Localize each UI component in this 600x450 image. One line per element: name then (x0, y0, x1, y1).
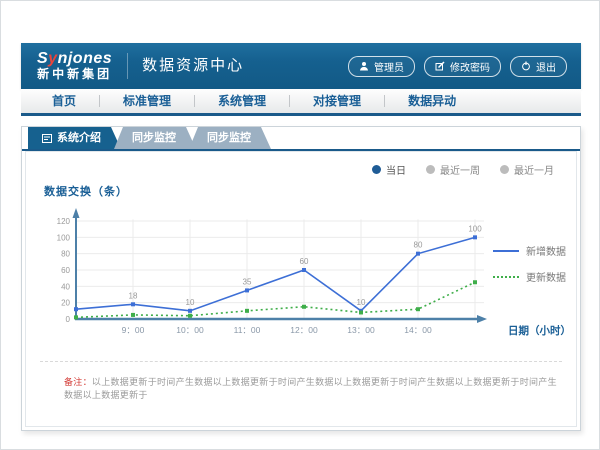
change-password-label: 修改密码 (450, 59, 490, 74)
time-range-filter: 当日 最近一周 最近一月 (26, 152, 576, 177)
user-icon (359, 61, 369, 71)
page-title: 数据资源中心 (127, 53, 244, 79)
nav-item-0[interactable]: 首页 (29, 89, 99, 113)
nav-item-1[interactable]: 标准管理 (100, 89, 194, 113)
note-text: 以上数据更新于时间产生数据以上数据更新于时间产生数据以上数据更新于时间产生数据以… (64, 377, 557, 400)
svg-text:日期（小时）: 日期（小时） (508, 324, 571, 337)
svg-text:40: 40 (61, 282, 70, 291)
admin-user-button[interactable]: 管理员 (348, 56, 415, 77)
radio-dot (372, 165, 381, 174)
radio-label: 最近一周 (440, 162, 480, 177)
tab-label: 同步监控 (132, 127, 176, 149)
radio-option-0[interactable]: 当日 (372, 162, 406, 177)
chart-legend: 新增数据更新数据 (493, 243, 566, 284)
admin-user-label: 管理员 (374, 59, 404, 74)
svg-text:60: 60 (61, 266, 70, 275)
logo-english: Synjones (37, 51, 112, 67)
edit-icon (435, 61, 445, 71)
nav-item-4[interactable]: 数据异动 (385, 89, 479, 113)
legend-label: 更新数据 (526, 269, 566, 284)
app-header: Synjones 新中新集团 数据资源中心 管理员 修改密码 退出 (21, 43, 581, 89)
logo-accent: y (48, 50, 57, 67)
footer-note: 备注：以上数据更新于时间产生数据以上数据更新于时间产生数据以上数据更新于时间产生… (26, 362, 576, 401)
legend-item-1[interactable]: 更新数据 (493, 269, 566, 284)
radio-dot (426, 165, 435, 174)
legend-swatch (493, 250, 519, 252)
content-card: 系统介绍 同步监控 同步监控 当日 最近一周 最近一月 数据交换（条） 0 20 40 60 8… (21, 126, 581, 431)
tab-bar: 系统介绍 同步监控 同步监控 (22, 127, 580, 149)
svg-text:35: 35 (243, 277, 252, 286)
nav-item-3[interactable]: 对接管理 (290, 89, 384, 113)
svg-text:100: 100 (57, 233, 71, 242)
tab-2[interactable]: 同步监控 (189, 127, 271, 149)
svg-text:120: 120 (57, 217, 71, 226)
logout-label: 退出 (536, 59, 556, 74)
tab-label: 系统介绍 (57, 127, 101, 149)
radio-option-1[interactable]: 最近一周 (426, 162, 480, 177)
svg-text:10: 10 (357, 298, 366, 307)
svg-text:20: 20 (61, 299, 70, 308)
svg-text:10：00: 10：00 (176, 325, 204, 335)
radio-option-2[interactable]: 最近一月 (500, 162, 554, 177)
radio-dot (500, 165, 509, 174)
tab-1[interactable]: 同步监控 (114, 127, 196, 149)
svg-text:80: 80 (414, 241, 423, 250)
tab-label: 同步监控 (207, 127, 251, 149)
logout-button[interactable]: 退出 (510, 56, 567, 77)
svg-text:10: 10 (186, 298, 195, 307)
svg-text:9：00: 9：00 (122, 325, 145, 335)
chart-title: 数据交换（条） (44, 183, 576, 199)
radio-label: 当日 (386, 162, 406, 177)
svg-text:100: 100 (468, 224, 482, 233)
svg-text:13：00: 13：00 (347, 325, 375, 335)
svg-text:12：00: 12：00 (290, 325, 318, 335)
legend-swatch (493, 276, 519, 278)
page: Synjones 新中新集团 数据资源中心 管理员 修改密码 退出 (0, 0, 600, 450)
svg-text:80: 80 (61, 250, 70, 259)
logout-icon (521, 61, 531, 71)
svg-text:0: 0 (66, 315, 71, 324)
company-logo[interactable]: Synjones 新中新集团 (21, 51, 125, 81)
logo-chinese: 新中新集团 (37, 67, 112, 81)
svg-text:11：00: 11：00 (234, 325, 261, 335)
tab-panel: 当日 最近一周 最近一月 数据交换（条） 0 20 40 60 80 100 120 9：00 10… (25, 151, 577, 427)
svg-text:60: 60 (300, 257, 309, 266)
main-nav: 首页标准管理系统管理对接管理数据异动 (21, 89, 581, 116)
svg-text:18: 18 (129, 291, 138, 300)
radio-label: 最近一月 (514, 162, 554, 177)
change-password-button[interactable]: 修改密码 (424, 56, 501, 77)
chart-area: 0 20 40 60 80 100 120 9：00 10：00 11：00 12：00 13：00 1… (26, 201, 576, 353)
legend-label: 新增数据 (526, 243, 566, 258)
tab-0[interactable]: 系统介绍 (28, 127, 121, 149)
nav-item-2[interactable]: 系统管理 (195, 89, 289, 113)
header-actions: 管理员 修改密码 退出 (348, 56, 581, 77)
note-label: 备注： (64, 377, 92, 387)
document-icon (42, 134, 52, 143)
svg-text:14：00: 14：00 (404, 325, 432, 335)
legend-item-0[interactable]: 新增数据 (493, 243, 566, 258)
